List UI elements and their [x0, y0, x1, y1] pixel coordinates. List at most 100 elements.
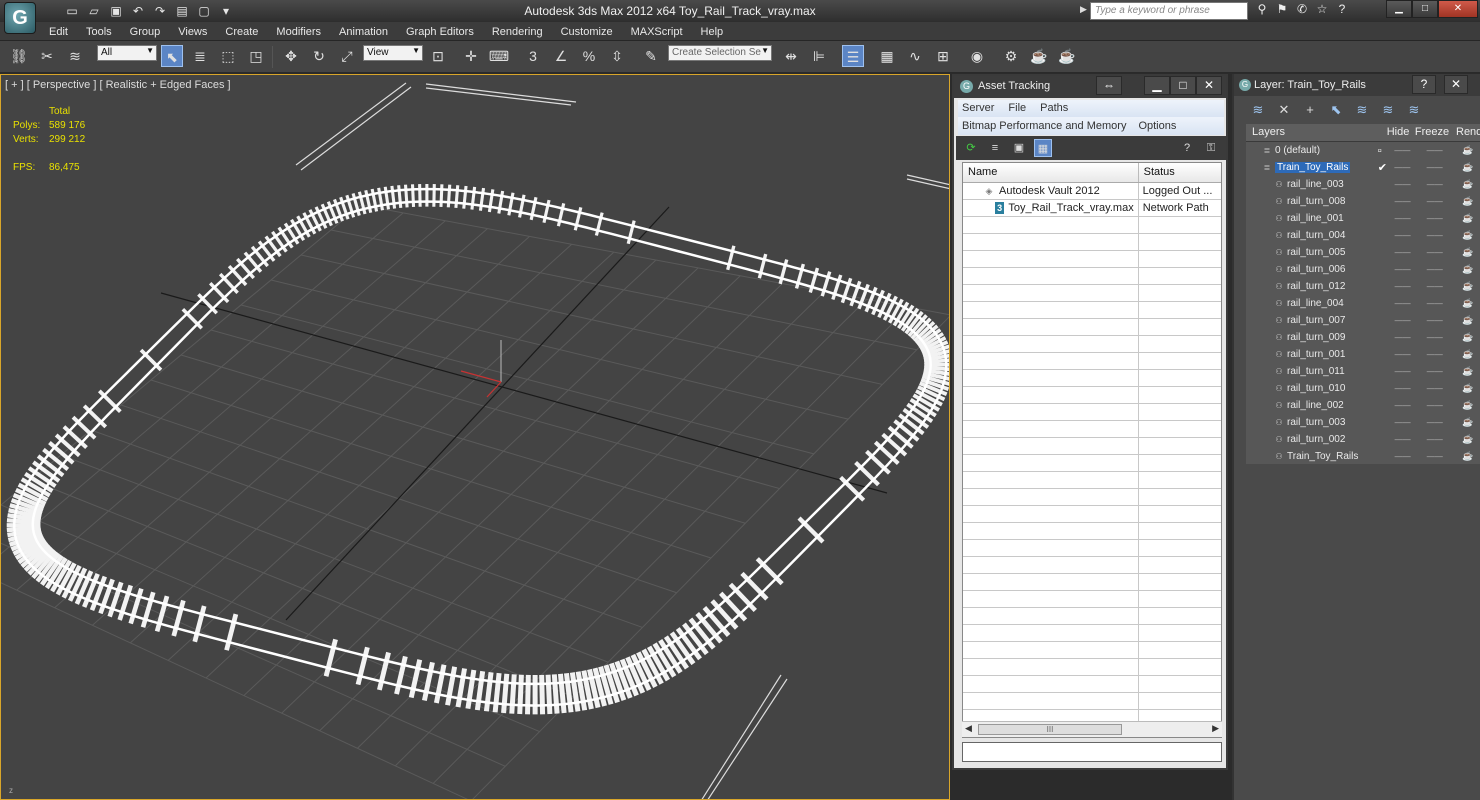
render-teapot-icon[interactable]: ☕: [1454, 332, 1480, 343]
qat-dropdown-icon[interactable]: ▾: [216, 1, 236, 20]
render-teapot-icon[interactable]: ☕: [1454, 315, 1480, 326]
freeze-toggle[interactable]: ——: [1416, 316, 1454, 325]
select-objects-icon[interactable]: ⬉: [1326, 101, 1346, 119]
layer-object-item[interactable]: ⚇ rail_turn_010 —— —— ☕: [1246, 380, 1480, 397]
layer-object-item[interactable]: ⚇ rail_turn_007 —— —— ☕: [1246, 312, 1480, 329]
menu-modifiers[interactable]: Modifiers: [267, 24, 330, 40]
render-teapot-icon[interactable]: ☕: [1454, 281, 1480, 292]
subscription-icon[interactable]: ⚑: [1274, 2, 1290, 18]
create-layer-icon[interactable]: ≋: [1248, 101, 1268, 119]
select-and-rotate-icon[interactable]: ↻: [308, 45, 330, 67]
hide-toggle[interactable]: ——: [1389, 435, 1415, 444]
table-row[interactable]: 3 Toy_Rail_Track_vray.max Network Path: [963, 200, 1221, 217]
redo-icon[interactable]: ↷: [150, 1, 170, 20]
col-layers[interactable]: Layers: [1246, 124, 1384, 141]
render-teapot-icon[interactable]: ☕: [1454, 196, 1480, 207]
layer-name-cell[interactable]: ⚇ rail_line_004: [1246, 298, 1378, 309]
render-teapot-icon[interactable]: ☕: [1454, 417, 1480, 428]
maximize-button[interactable]: □: [1412, 0, 1438, 18]
hide-toggle[interactable]: ——: [1389, 401, 1415, 410]
freeze-toggle[interactable]: ——: [1416, 435, 1454, 444]
layer-object-item[interactable]: ⚇ rail_turn_004 —— —— ☕: [1246, 227, 1480, 244]
rectangular-selection-icon[interactable]: ⬚: [217, 45, 239, 67]
hold-icon[interactable]: ▤: [172, 1, 192, 20]
render-teapot-icon[interactable]: ☕: [1454, 264, 1480, 275]
hide-toggle[interactable]: ——: [1389, 231, 1415, 240]
close-button[interactable]: ✕: [1444, 75, 1468, 94]
layer-titlebar[interactable]: G Layer: Train_Toy_Rails ? ✕: [1234, 74, 1480, 96]
edit-named-selection-icon[interactable]: ✎: [640, 45, 662, 67]
menu-edit[interactable]: Edit: [40, 24, 77, 40]
menu-animation[interactable]: Animation: [330, 24, 397, 40]
col-name[interactable]: Name: [963, 163, 1139, 182]
communication-icon[interactable]: ✆: [1294, 2, 1310, 18]
layer-object-item[interactable]: ⚇ rail_turn_001 —— —— ☕: [1246, 346, 1480, 363]
freeze-toggle[interactable]: ——: [1416, 367, 1454, 376]
material-editor-icon[interactable]: ◉: [966, 45, 988, 67]
freeze-toggle[interactable]: ——: [1416, 248, 1454, 257]
hide-toggle[interactable]: ——: [1389, 282, 1415, 291]
render-teapot-icon[interactable]: ☕: [1454, 145, 1480, 156]
pivot-center-icon[interactable]: ⊡: [427, 45, 449, 67]
hide-all-icon[interactable]: ≋: [1378, 101, 1398, 119]
menu-views[interactable]: Views: [169, 24, 216, 40]
list-view-icon[interactable]: ≡: [986, 139, 1004, 157]
asset-tracking-titlebar[interactable]: G Asset Tracking ⇔ ▁ □ ✕: [954, 76, 1226, 98]
layer-name-cell[interactable]: ⚇ rail_turn_010: [1246, 383, 1378, 394]
hide-toggle[interactable]: ——: [1389, 299, 1415, 308]
layer-name-cell[interactable]: ⚇ rail_turn_011: [1246, 366, 1378, 377]
render-teapot-icon[interactable]: ☕: [1454, 383, 1480, 394]
layer-object-item[interactable]: ⚇ rail_turn_005 —— —— ☕: [1246, 244, 1480, 261]
table-view-icon[interactable]: ▦: [1034, 139, 1052, 157]
freeze-toggle[interactable]: ——: [1416, 214, 1454, 223]
render-teapot-icon[interactable]: ☕: [1454, 179, 1480, 190]
select-and-link-icon[interactable]: ⛓: [8, 45, 30, 67]
hide-toggle[interactable]: ——: [1389, 214, 1415, 223]
hide-toggle[interactable]: ——: [1389, 350, 1415, 359]
layer-name-cell[interactable]: ⚇ rail_turn_007: [1246, 315, 1378, 326]
refresh-icon[interactable]: ⟳: [962, 139, 980, 157]
delete-layer-icon[interactable]: ✕: [1274, 101, 1294, 119]
menu-paths[interactable]: Paths: [1040, 100, 1068, 117]
render-teapot-icon[interactable]: ☕: [1454, 298, 1480, 309]
layer-name-cell[interactable]: ⚇ rail_turn_009: [1246, 332, 1378, 343]
menu-options[interactable]: Options: [1138, 117, 1176, 135]
hide-toggle[interactable]: ——: [1389, 333, 1415, 342]
rendered-frame-window-icon[interactable]: ☕: [1028, 45, 1050, 67]
layer-manager-icon[interactable]: ☰: [842, 45, 864, 67]
select-and-move-icon[interactable]: ✥: [280, 45, 302, 67]
render-setup-icon[interactable]: ⚙: [1000, 45, 1022, 67]
layer-object-item[interactable]: ⚇ rail_line_003 —— —— ☕: [1246, 176, 1480, 193]
layer-object-item[interactable]: ⚇ rail_line_002 —— —— ☕: [1246, 397, 1480, 414]
render-teapot-icon[interactable]: ☕: [1454, 162, 1480, 173]
freeze-toggle[interactable]: ——: [1416, 231, 1454, 240]
layer-name-cell[interactable]: ⚇ rail_line_003: [1246, 179, 1378, 190]
current-layer-check-icon[interactable]: ✔: [1378, 161, 1389, 174]
render-teapot-icon[interactable]: ☕: [1454, 451, 1480, 462]
menu-rendering[interactable]: Rendering: [483, 24, 552, 40]
menu-maxscript[interactable]: MAXScript: [622, 24, 692, 40]
hide-toggle[interactable]: ——: [1389, 452, 1415, 461]
hide-toggle[interactable]: ——: [1389, 146, 1416, 155]
freeze-toggle[interactable]: ——: [1416, 265, 1454, 274]
layer-name-cell[interactable]: ⚇ rail_turn_008: [1246, 196, 1378, 207]
keyboard-shortcut-override-icon[interactable]: ⌨: [488, 45, 510, 67]
menu-graph-editors[interactable]: Graph Editors: [397, 24, 483, 40]
freeze-toggle[interactable]: ——: [1416, 384, 1454, 393]
select-and-manipulate-icon[interactable]: ✛: [460, 45, 482, 67]
layer-object-item[interactable]: ⚇ rail_turn_008 —— —— ☕: [1246, 193, 1480, 210]
freeze-toggle[interactable]: ——: [1416, 299, 1454, 308]
reference-coordinate-dropdown[interactable]: View ▼: [363, 45, 423, 61]
freeze-all-icon[interactable]: ≋: [1404, 101, 1424, 119]
layer-object-item[interactable]: ⚇ rail_turn_006 —— —— ☕: [1246, 261, 1480, 278]
scroll-thumb[interactable]: III: [978, 724, 1122, 735]
layer-name-cell[interactable]: ≣ 0 (default): [1246, 145, 1378, 156]
menu-create[interactable]: Create: [216, 24, 267, 40]
search-expand-icon[interactable]: ▶: [1080, 4, 1087, 15]
schematic-view-icon[interactable]: ⊞: [932, 45, 954, 67]
hide-toggle[interactable]: ——: [1389, 384, 1415, 393]
menu-customize[interactable]: Customize: [552, 24, 622, 40]
bind-to-space-warp-icon[interactable]: ≋: [64, 45, 86, 67]
layer-object-item[interactable]: ⚇ Train_Toy_Rails —— —— ☕: [1246, 448, 1480, 465]
undo-icon[interactable]: ↶: [128, 1, 148, 20]
